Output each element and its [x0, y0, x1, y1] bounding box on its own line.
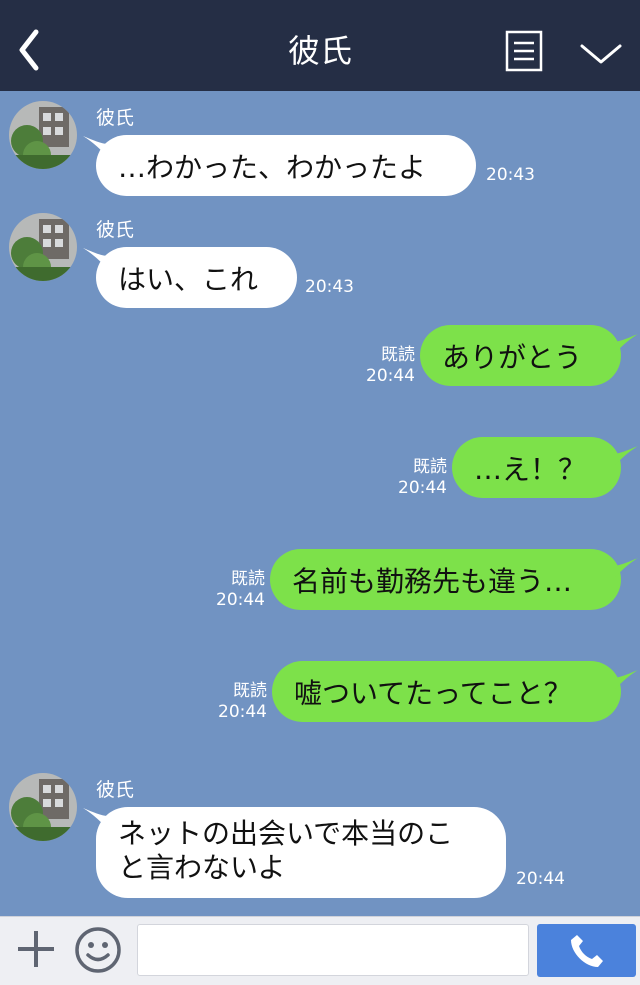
message-bubble[interactable]: ネットの出会いで本当のこ と言わないよ	[96, 807, 506, 898]
message-time: 20:44	[216, 590, 265, 610]
message-text: はい、これ	[118, 262, 259, 296]
read-receipt: 既読	[231, 569, 265, 589]
message-text-line: と言わないよ	[118, 851, 286, 884]
sender-name: 彼氏	[96, 779, 135, 801]
input-bar	[0, 916, 640, 985]
message-bubble[interactable]: …わかった、わかったよ	[96, 135, 476, 196]
message-meta: 既読 20:44	[360, 345, 415, 387]
message-bubble[interactable]: 名前も勤務先も違う…	[270, 549, 621, 610]
message-meta: 既読 20:44	[212, 681, 267, 723]
avatar[interactable]	[9, 101, 77, 169]
chevron-down-icon[interactable]	[578, 38, 624, 68]
message-bubble[interactable]: はい、これ	[96, 247, 297, 308]
avatar[interactable]	[9, 213, 77, 281]
call-button[interactable]	[537, 924, 636, 977]
message-meta: 既読 20:44	[392, 457, 447, 499]
message-meta: 既読 20:44	[210, 569, 265, 611]
message-text: 名前も勤務先も違う…	[292, 564, 573, 598]
chat-header: 彼氏	[0, 0, 640, 91]
message-bubble[interactable]: ありがとう	[420, 325, 621, 386]
message-bubble[interactable]: …え！？	[452, 437, 621, 498]
read-receipt: 既読	[233, 681, 267, 701]
message-list[interactable]: 彼氏 …わかった、わかったよ 20:43 彼氏 はい、これ 20:43 既読 2…	[0, 91, 640, 916]
chat-title: 彼氏	[287, 32, 352, 70]
message-time: 20:44	[366, 366, 415, 386]
menu-list-icon[interactable]	[505, 30, 543, 72]
message-text: …え！？	[474, 452, 587, 486]
message-text: …わかった、わかったよ	[118, 150, 427, 184]
emoji-icon[interactable]	[74, 926, 122, 974]
message-time: 20:43	[486, 165, 535, 185]
plus-icon[interactable]	[14, 927, 58, 971]
read-receipt: 既読	[381, 345, 415, 365]
message-bubble[interactable]: 嘘ついてたってこと？	[272, 661, 621, 722]
message-text: 嘘ついてたってこと？	[294, 676, 572, 710]
phone-icon	[570, 934, 603, 967]
message-text: ありがとう	[442, 340, 583, 374]
message-input[interactable]	[137, 924, 529, 976]
message-time: 20:44	[398, 478, 447, 498]
sender-name: 彼氏	[96, 219, 135, 241]
sender-name: 彼氏	[96, 107, 135, 129]
avatar[interactable]	[9, 773, 77, 841]
read-receipt: 既読	[413, 457, 447, 477]
message-time: 20:43	[305, 277, 354, 297]
message-time: 20:44	[516, 869, 565, 889]
message-time: 20:44	[218, 702, 267, 722]
message-text-line: ネットの出会いで本当のこ	[118, 817, 454, 850]
